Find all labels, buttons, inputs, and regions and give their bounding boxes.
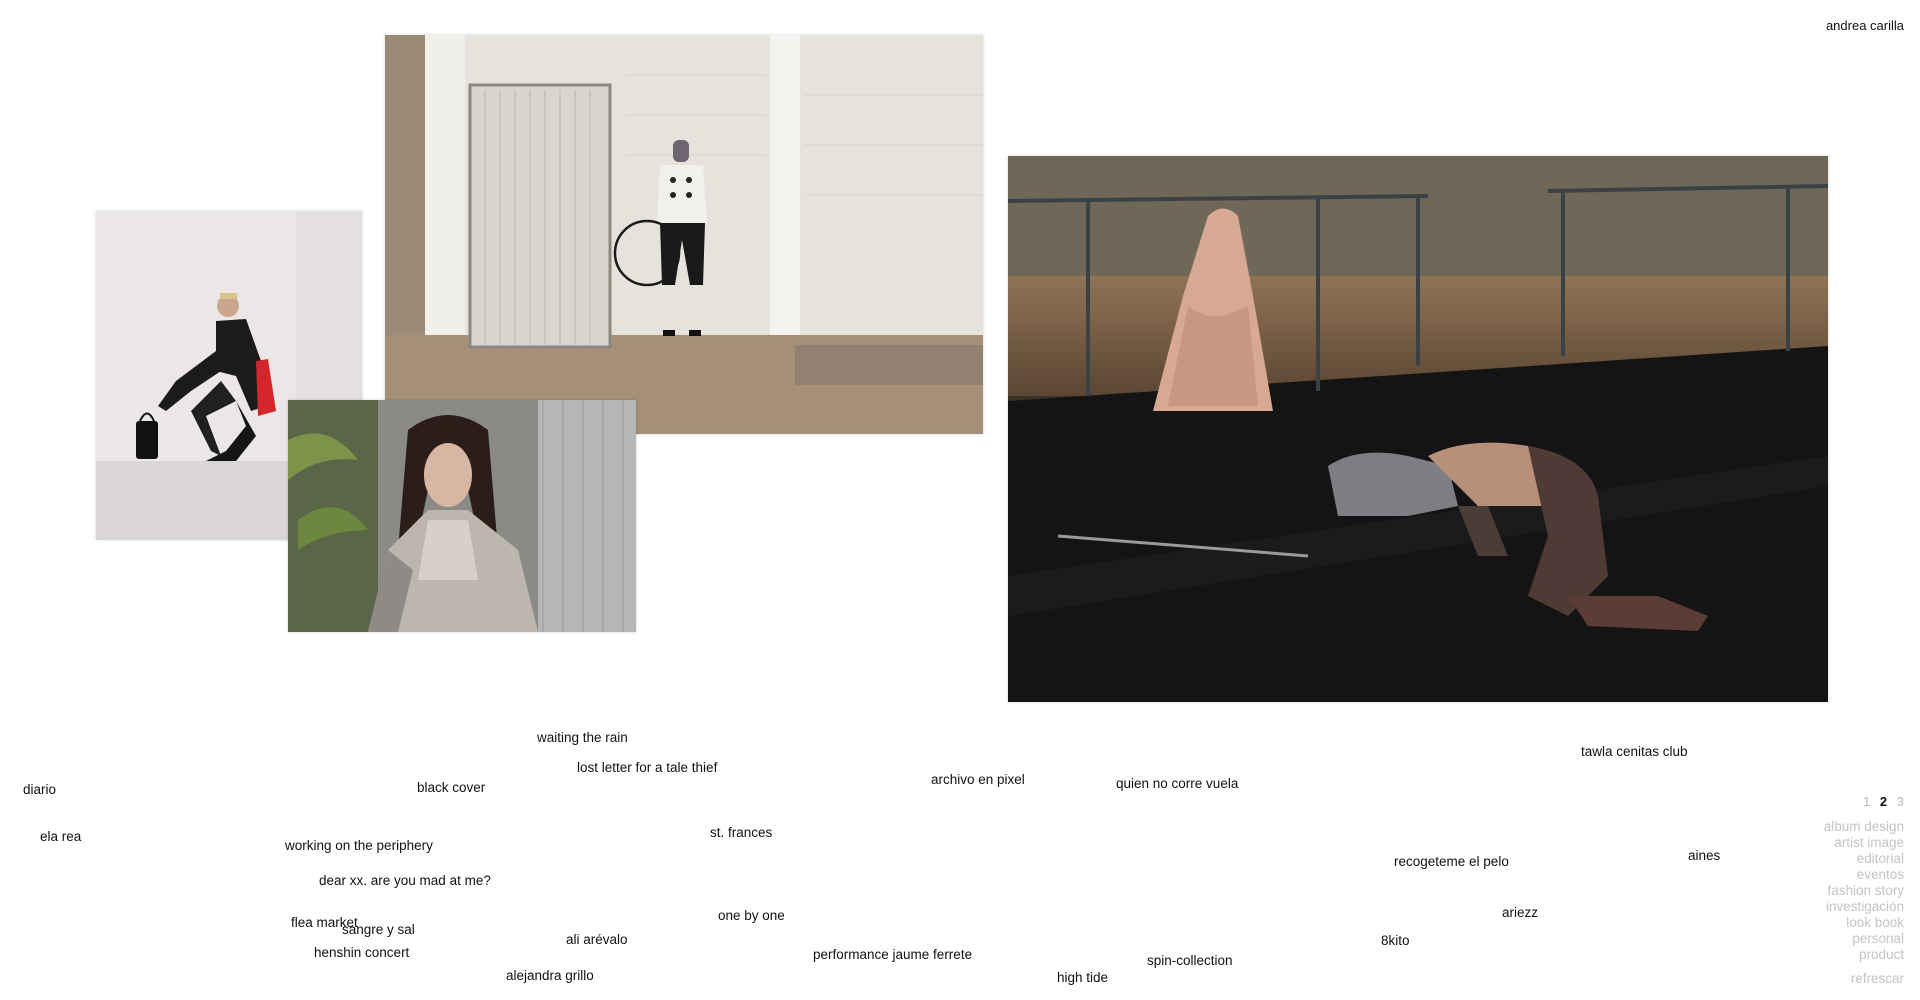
project-link[interactable]: high tide — [1057, 970, 1108, 986]
project-link[interactable]: diario — [23, 782, 56, 798]
project-link[interactable]: one by one — [718, 908, 785, 924]
photo-image — [1008, 156, 1828, 702]
project-link[interactable]: ariezz — [1502, 905, 1538, 921]
project-link[interactable]: lost letter for a tale thief — [577, 760, 717, 776]
project-link[interactable]: spin-collection — [1147, 953, 1233, 969]
photo-thumbnail[interactable] — [1008, 156, 1828, 702]
category-eventos[interactable]: eventos — [1824, 867, 1904, 883]
category-personal[interactable]: personal — [1824, 931, 1904, 947]
page-link-1[interactable]: 1 — [1863, 794, 1870, 809]
refresh-link[interactable]: refrescar — [1851, 971, 1904, 986]
project-link[interactable]: working on the periphery — [285, 838, 433, 854]
category-artist-image[interactable]: artist image — [1824, 835, 1904, 851]
project-link[interactable]: archivo en pixel — [931, 772, 1025, 788]
project-link[interactable]: ela rea — [40, 829, 81, 845]
project-link[interactable]: st. frances — [710, 825, 772, 841]
site-title-link[interactable]: andrea carilla — [1826, 18, 1904, 33]
photo-image — [288, 400, 636, 632]
project-link[interactable]: quien no corre vuela — [1116, 776, 1238, 792]
project-link[interactable]: performance jaume ferrete — [813, 947, 972, 963]
category-album-design[interactable]: album design — [1824, 819, 1904, 835]
project-link[interactable]: aines — [1688, 848, 1720, 864]
project-link[interactable]: tawla cenitas club — [1581, 744, 1688, 760]
category-editorial[interactable]: editorial — [1824, 851, 1904, 867]
page: andrea carilla waiting the rain lost let… — [0, 0, 1920, 1000]
project-link[interactable]: sangre y sal — [342, 922, 415, 938]
project-link[interactable]: dear xx. are you mad at me? — [319, 873, 491, 889]
category-list: album design artist image editorial even… — [1824, 819, 1904, 963]
photo-thumbnail[interactable] — [288, 400, 636, 632]
photo-image — [385, 35, 983, 434]
pagination: 1 2 3 — [1857, 794, 1904, 809]
project-link[interactable]: recogeteme el pelo — [1394, 854, 1509, 870]
project-link[interactable]: ali arévalo — [566, 932, 628, 948]
category-fashion-story[interactable]: fashion story — [1824, 883, 1904, 899]
category-investigacion[interactable]: investigación — [1824, 899, 1904, 915]
project-link[interactable]: 8kito — [1381, 933, 1410, 949]
project-link[interactable]: alejandra grillo — [506, 968, 594, 984]
project-link[interactable]: black cover — [417, 780, 485, 796]
page-link-3[interactable]: 3 — [1897, 794, 1904, 809]
page-link-2-current[interactable]: 2 — [1880, 794, 1887, 809]
project-link[interactable]: waiting the rain — [537, 730, 628, 746]
project-link[interactable]: henshin concert — [314, 945, 409, 961]
category-look-book[interactable]: look book — [1824, 915, 1904, 931]
category-product[interactable]: product — [1824, 947, 1904, 963]
photo-thumbnail[interactable] — [385, 35, 983, 434]
